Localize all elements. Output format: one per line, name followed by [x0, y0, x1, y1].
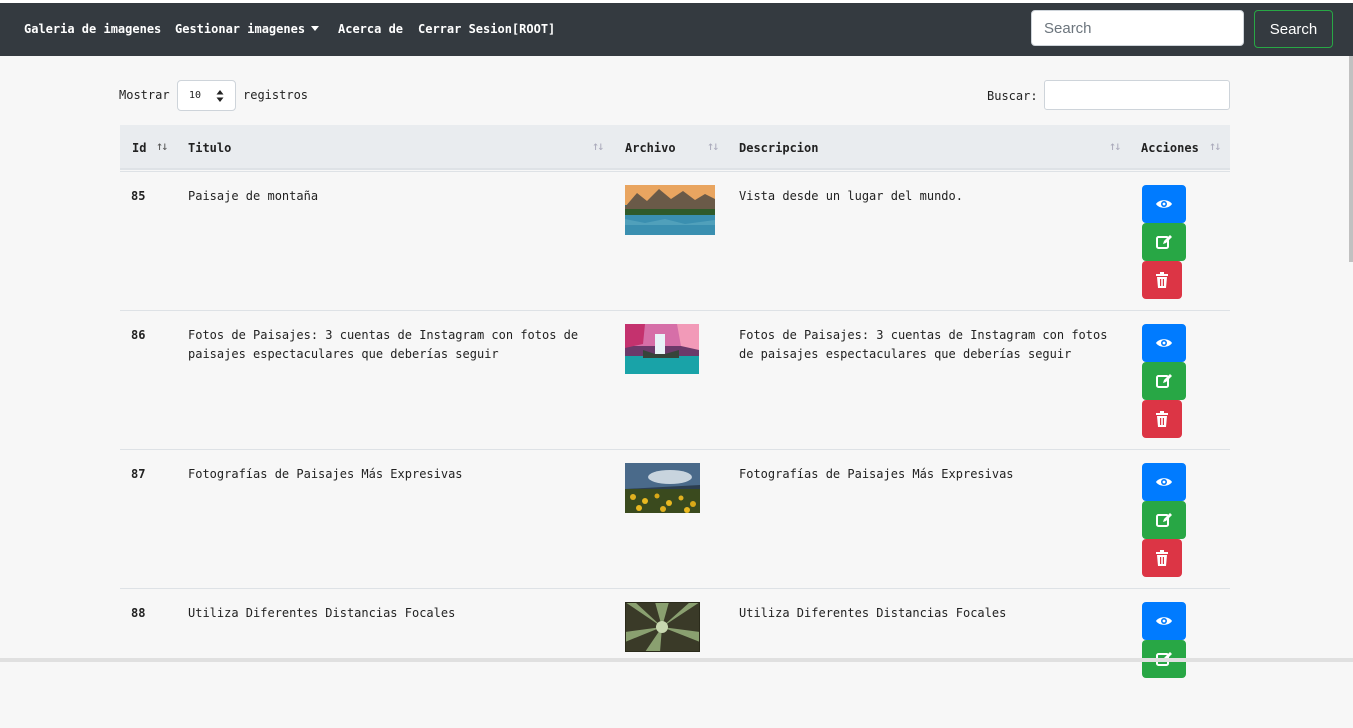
table-header: Id ↑↓ Titulo ↑↓ Archivo ↑↓ Descripcion ↑…: [120, 125, 1230, 170]
sort-asc-icon[interactable]: ↑↓: [156, 139, 169, 153]
eye-icon: [1156, 200, 1172, 208]
cell-description: Vista desde un lugar del mundo.: [739, 189, 963, 203]
trash-icon: [1156, 272, 1168, 288]
edit-button[interactable]: [1142, 223, 1186, 261]
cell-id: 88: [131, 606, 146, 620]
horizontal-scrollbar[interactable]: [0, 658, 1353, 662]
cell-title: Fotos de Paisajes: 3 cuentas de Instagra…: [188, 328, 579, 361]
cell-description: Fotografías de Paisajes Más Expresivas: [739, 467, 1014, 481]
view-button[interactable]: [1142, 185, 1186, 223]
eye-icon: [1156, 617, 1172, 625]
mountain-lake-thumbnail: [625, 185, 715, 235]
sort-icon[interactable]: ↑↓: [592, 139, 605, 153]
view-button[interactable]: [1142, 324, 1186, 362]
cell-title: Fotografías de Paisajes Más Expresivas: [188, 467, 463, 481]
edit-button[interactable]: [1142, 501, 1186, 539]
page-length-select[interactable]: 10: [177, 80, 236, 111]
delete-button[interactable]: [1142, 539, 1182, 577]
nav-logout-link[interactable]: Cerrar Sesion[ROOT]: [418, 22, 555, 36]
cell-id: 86: [131, 328, 146, 342]
cell-id: 87: [131, 467, 146, 481]
trash-icon: [1156, 411, 1168, 427]
show-label: Mostrar: [119, 88, 170, 102]
page-length-value: 10: [189, 90, 202, 101]
nav-manage-label: Gestionar imagenes: [175, 22, 306, 36]
sort-icon[interactable]: ↑↓: [1109, 139, 1122, 153]
chevron-down-icon: [311, 26, 320, 31]
delete-button[interactable]: [1142, 400, 1182, 438]
cell-id: 85: [131, 189, 146, 203]
table-row: 87 Fotografías de Paisajes Más Expresiva…: [120, 449, 1230, 589]
forest-canopy-thumbnail: [625, 602, 700, 652]
edit-button[interactable]: [1142, 362, 1186, 400]
header-actions[interactable]: Acciones: [1141, 141, 1199, 155]
filter-label: Buscar:: [987, 89, 1038, 103]
eye-icon: [1156, 478, 1172, 486]
table-row: 86 Fotos de Paisajes: 3 cuentas de Insta…: [120, 310, 1230, 450]
nav-brand-link[interactable]: Galeria de imagenes: [24, 22, 161, 36]
sort-icon[interactable]: ↑↓: [1209, 139, 1222, 153]
eye-icon: [1156, 339, 1172, 347]
cell-title: Utiliza Diferentes Distancias Focales: [188, 606, 456, 620]
edit-icon: [1156, 235, 1172, 249]
navbar-search-button[interactable]: Search: [1254, 10, 1333, 48]
select-arrows-icon: [216, 90, 224, 102]
delete-button[interactable]: [1142, 261, 1182, 299]
page-scrollbar[interactable]: [1349, 56, 1353, 262]
edit-icon: [1156, 513, 1172, 527]
table-filter-input[interactable]: [1044, 80, 1230, 110]
records-label: registros: [243, 88, 309, 102]
view-button[interactable]: [1142, 463, 1186, 501]
header-file[interactable]: Archivo: [625, 141, 676, 155]
navbar-search-input[interactable]: [1031, 10, 1244, 46]
table-row: 85 Paisaje de montaña Vista desde un lug…: [120, 171, 1230, 311]
header-id[interactable]: Id: [132, 141, 146, 155]
sort-icon[interactable]: ↑↓: [707, 139, 720, 153]
nav-manage-dropdown[interactable]: Gestionar imagenes: [175, 22, 320, 36]
navbar: Galeria de imagenes Gestionar imagenes A…: [0, 3, 1353, 56]
sunflower-field-thumbnail: [625, 463, 700, 513]
cell-description: Fotos de Paisajes: 3 cuentas de Instagra…: [739, 328, 1108, 361]
header-title[interactable]: Titulo: [188, 141, 231, 155]
header-description[interactable]: Descripcion: [739, 141, 818, 155]
trash-icon: [1156, 550, 1168, 566]
waterfall-thumbnail: [625, 324, 699, 374]
cell-title: Paisaje de montaña: [188, 189, 319, 203]
view-button[interactable]: [1142, 602, 1186, 640]
edit-icon: [1156, 374, 1172, 388]
nav-about-link[interactable]: Acerca de: [338, 22, 403, 36]
cell-description: Utiliza Diferentes Distancias Focales: [739, 606, 1007, 620]
